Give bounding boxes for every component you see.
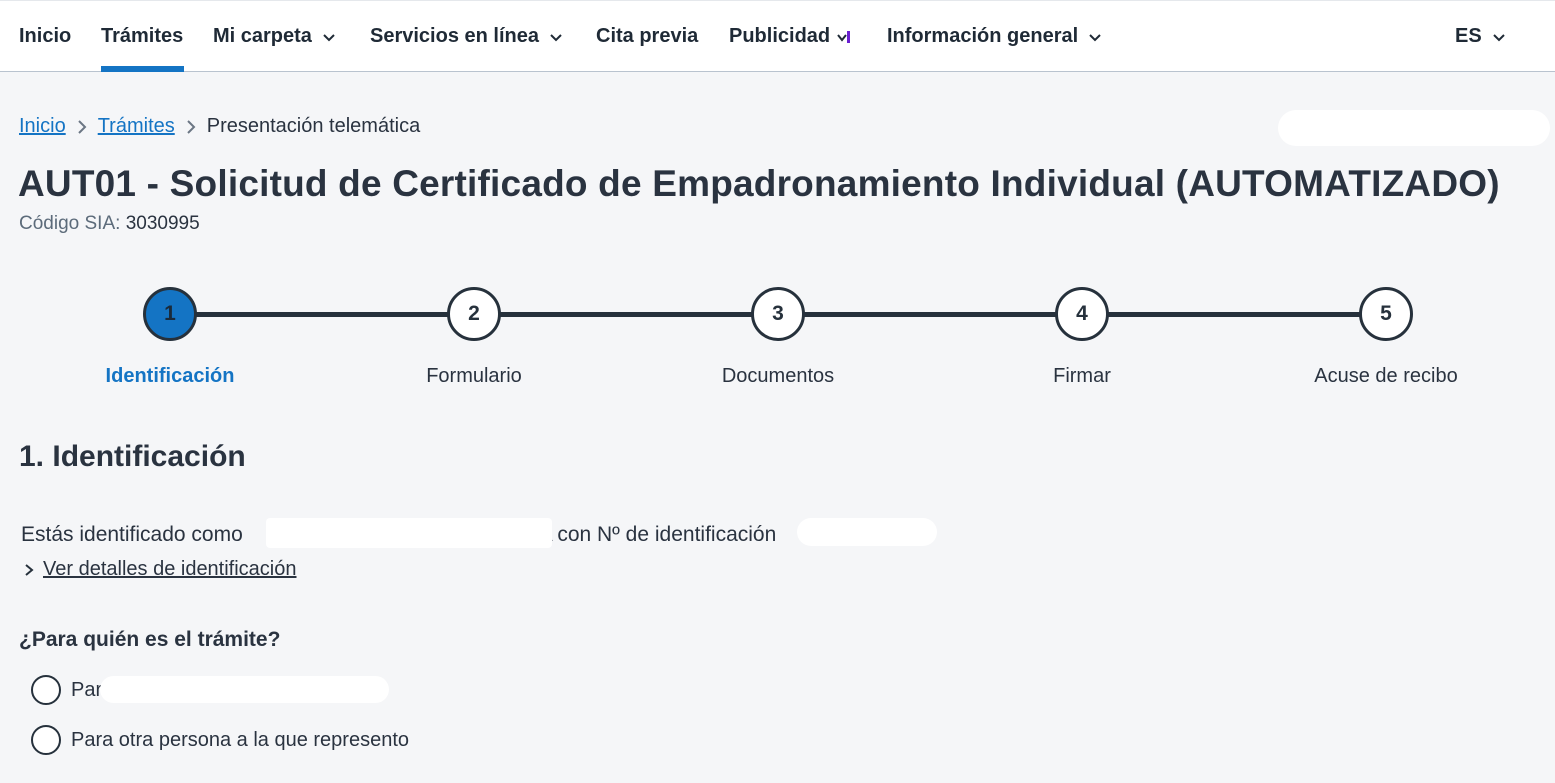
chevron-down-icon (1089, 33, 1101, 41)
step-1-circle: 1 (143, 287, 197, 341)
nav-item-publicidad[interactable]: Publicidad (729, 1, 852, 72)
nav-item-label: Información general (887, 25, 1079, 47)
chevron-right-icon (187, 119, 196, 134)
step-4-label: Firmar (1053, 365, 1111, 387)
step-3-circle: 3 (751, 287, 805, 341)
radio-button[interactable] (31, 675, 61, 705)
nav-item-label: Cita previa (596, 25, 699, 47)
radio-button[interactable] (31, 725, 61, 755)
breadcrumb-link-tramites[interactable]: Trámites (98, 115, 175, 138)
chevron-down-icon (1492, 33, 1505, 41)
sia-code: Código SIA: 3030995 (19, 213, 200, 235)
chevron-right-icon (25, 563, 34, 576)
nav-item-tramites[interactable]: Trámites (101, 1, 185, 72)
radio-label: Par (71, 678, 103, 701)
question-heading: ¿Para quién es el trámite? (19, 628, 281, 651)
nav-item-label: Servicios en línea (370, 25, 539, 47)
chevron-right-icon (77, 119, 87, 134)
redacted-id-number (797, 518, 937, 546)
step-4-circle: 4 (1055, 287, 1109, 341)
breadcrumb-link-inicio[interactable]: Inicio (19, 115, 66, 138)
nav-item-label: Mi carpeta (213, 25, 312, 47)
nav-item-mi-carpeta[interactable]: Mi carpeta (213, 1, 337, 72)
details-link-label: Ver detalles de identificación (43, 558, 297, 580)
step-3-label: Documentos (721, 365, 835, 387)
redacted-option-text (100, 676, 389, 703)
step-1-label: Identificación (105, 365, 235, 387)
sia-value: 3030995 (125, 213, 200, 234)
identification-suffix: A con Nº de identificación (538, 523, 777, 546)
top-navigation: Inicio Trámites Mi carpeta Servicios en … (0, 0, 1555, 72)
step-2-circle: 2 (447, 287, 501, 341)
nav-item-informacion-general[interactable]: Información general (887, 1, 1103, 72)
page-title: AUT01 - Solicitud de Certificado de Empa… (18, 163, 1500, 204)
redacted-area (1278, 110, 1550, 146)
radio-option-self[interactable]: Par (31, 675, 102, 705)
language-selector[interactable]: ES (1455, 1, 1507, 72)
chevron-down-icon (550, 33, 562, 41)
identification-details-link[interactable]: Ver detalles de identificación (23, 558, 297, 581)
radio-option-represented[interactable]: Para otra persona a la que represento (31, 725, 409, 755)
nav-item-cita-previa[interactable]: Cita previa (596, 1, 698, 72)
radio-label: Para otra persona a la que represento (71, 728, 409, 751)
step-5-circle: 5 (1359, 287, 1413, 341)
nav-item-label: Inicio (19, 25, 72, 47)
redacted-name (266, 518, 552, 548)
breadcrumb: Inicio Trámites Presentación telemática (19, 115, 420, 138)
nav-item-label: Publicidad (729, 25, 831, 47)
step-5-label: Acuse de recibo (1314, 365, 1458, 387)
language-label: ES (1455, 25, 1482, 47)
nav-item-inicio[interactable]: Inicio (19, 1, 71, 72)
chevron-down-icon (323, 33, 335, 41)
sia-label: Código SIA: (19, 213, 121, 234)
identification-prefix: Estás identificado como (21, 523, 243, 546)
nav-item-label: Trámites (101, 25, 184, 47)
breadcrumb-current: Presentación telemática (206, 115, 421, 137)
step-2-label: Formulario (426, 365, 522, 387)
nav-item-servicios-en-linea[interactable]: Servicios en línea (370, 1, 564, 72)
section-title: 1. Identificación (19, 440, 246, 473)
chevron-down-icon (837, 30, 851, 43)
